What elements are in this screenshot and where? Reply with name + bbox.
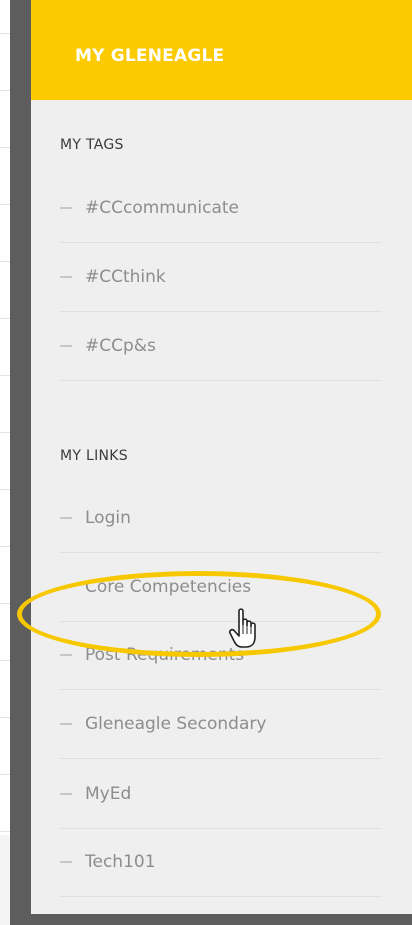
link-item-label: Gleneagle Secondary: [85, 714, 267, 734]
link-item-myed[interactable]: MyEd: [60, 760, 382, 829]
dash-icon: [60, 345, 72, 347]
link-item-gleneagle-secondary[interactable]: Gleneagle Secondary: [60, 690, 382, 759]
link-item-post-requirements[interactable]: Post Requirements: [60, 621, 382, 690]
link-item-label: Tech101: [85, 852, 156, 872]
dash-icon: [60, 517, 72, 519]
sidebar-title: MY GLENEAGLE: [75, 46, 225, 66]
hand-pointer-icon: [229, 608, 256, 648]
dash-icon: [60, 861, 72, 863]
tag-item-label: #CCcommunicate: [85, 198, 240, 218]
dash-icon: [60, 276, 72, 278]
tag-item-cccommunicate[interactable]: #CCcommunicate: [60, 174, 382, 243]
link-item-label: MyEd: [85, 784, 132, 804]
sidebar-panel: MY GLENEAGLE MY TAGS #CCcommunicate #CCt…: [31, 0, 412, 914]
link-item-tech101[interactable]: Tech101: [60, 828, 382, 897]
tag-item-label: #CCthink: [85, 267, 166, 287]
tag-item-label: #CCp&s: [85, 336, 156, 356]
dash-icon: [60, 207, 72, 209]
link-item-login[interactable]: Login: [60, 484, 382, 553]
links-section-title: MY LINKS: [60, 448, 128, 464]
sidebar-frame: MY GLENEAGLE MY TAGS #CCcommunicate #CCt…: [10, 0, 412, 925]
link-item-core-competencies[interactable]: Core Competencies: [60, 553, 382, 622]
sidebar-header: MY GLENEAGLE: [31, 0, 412, 100]
link-item-label: Post Requirements: [85, 645, 245, 665]
tag-item-ccps[interactable]: #CCp&s: [60, 312, 382, 381]
dash-icon: [60, 793, 72, 795]
dash-icon: [60, 654, 72, 656]
link-item-label: Core Competencies: [85, 577, 252, 597]
dash-icon: [60, 586, 72, 588]
link-item-label: Login: [85, 508, 131, 528]
dash-icon: [60, 723, 72, 725]
tag-item-ccthink[interactable]: #CCthink: [60, 243, 382, 312]
tags-section-title: MY TAGS: [60, 137, 124, 153]
